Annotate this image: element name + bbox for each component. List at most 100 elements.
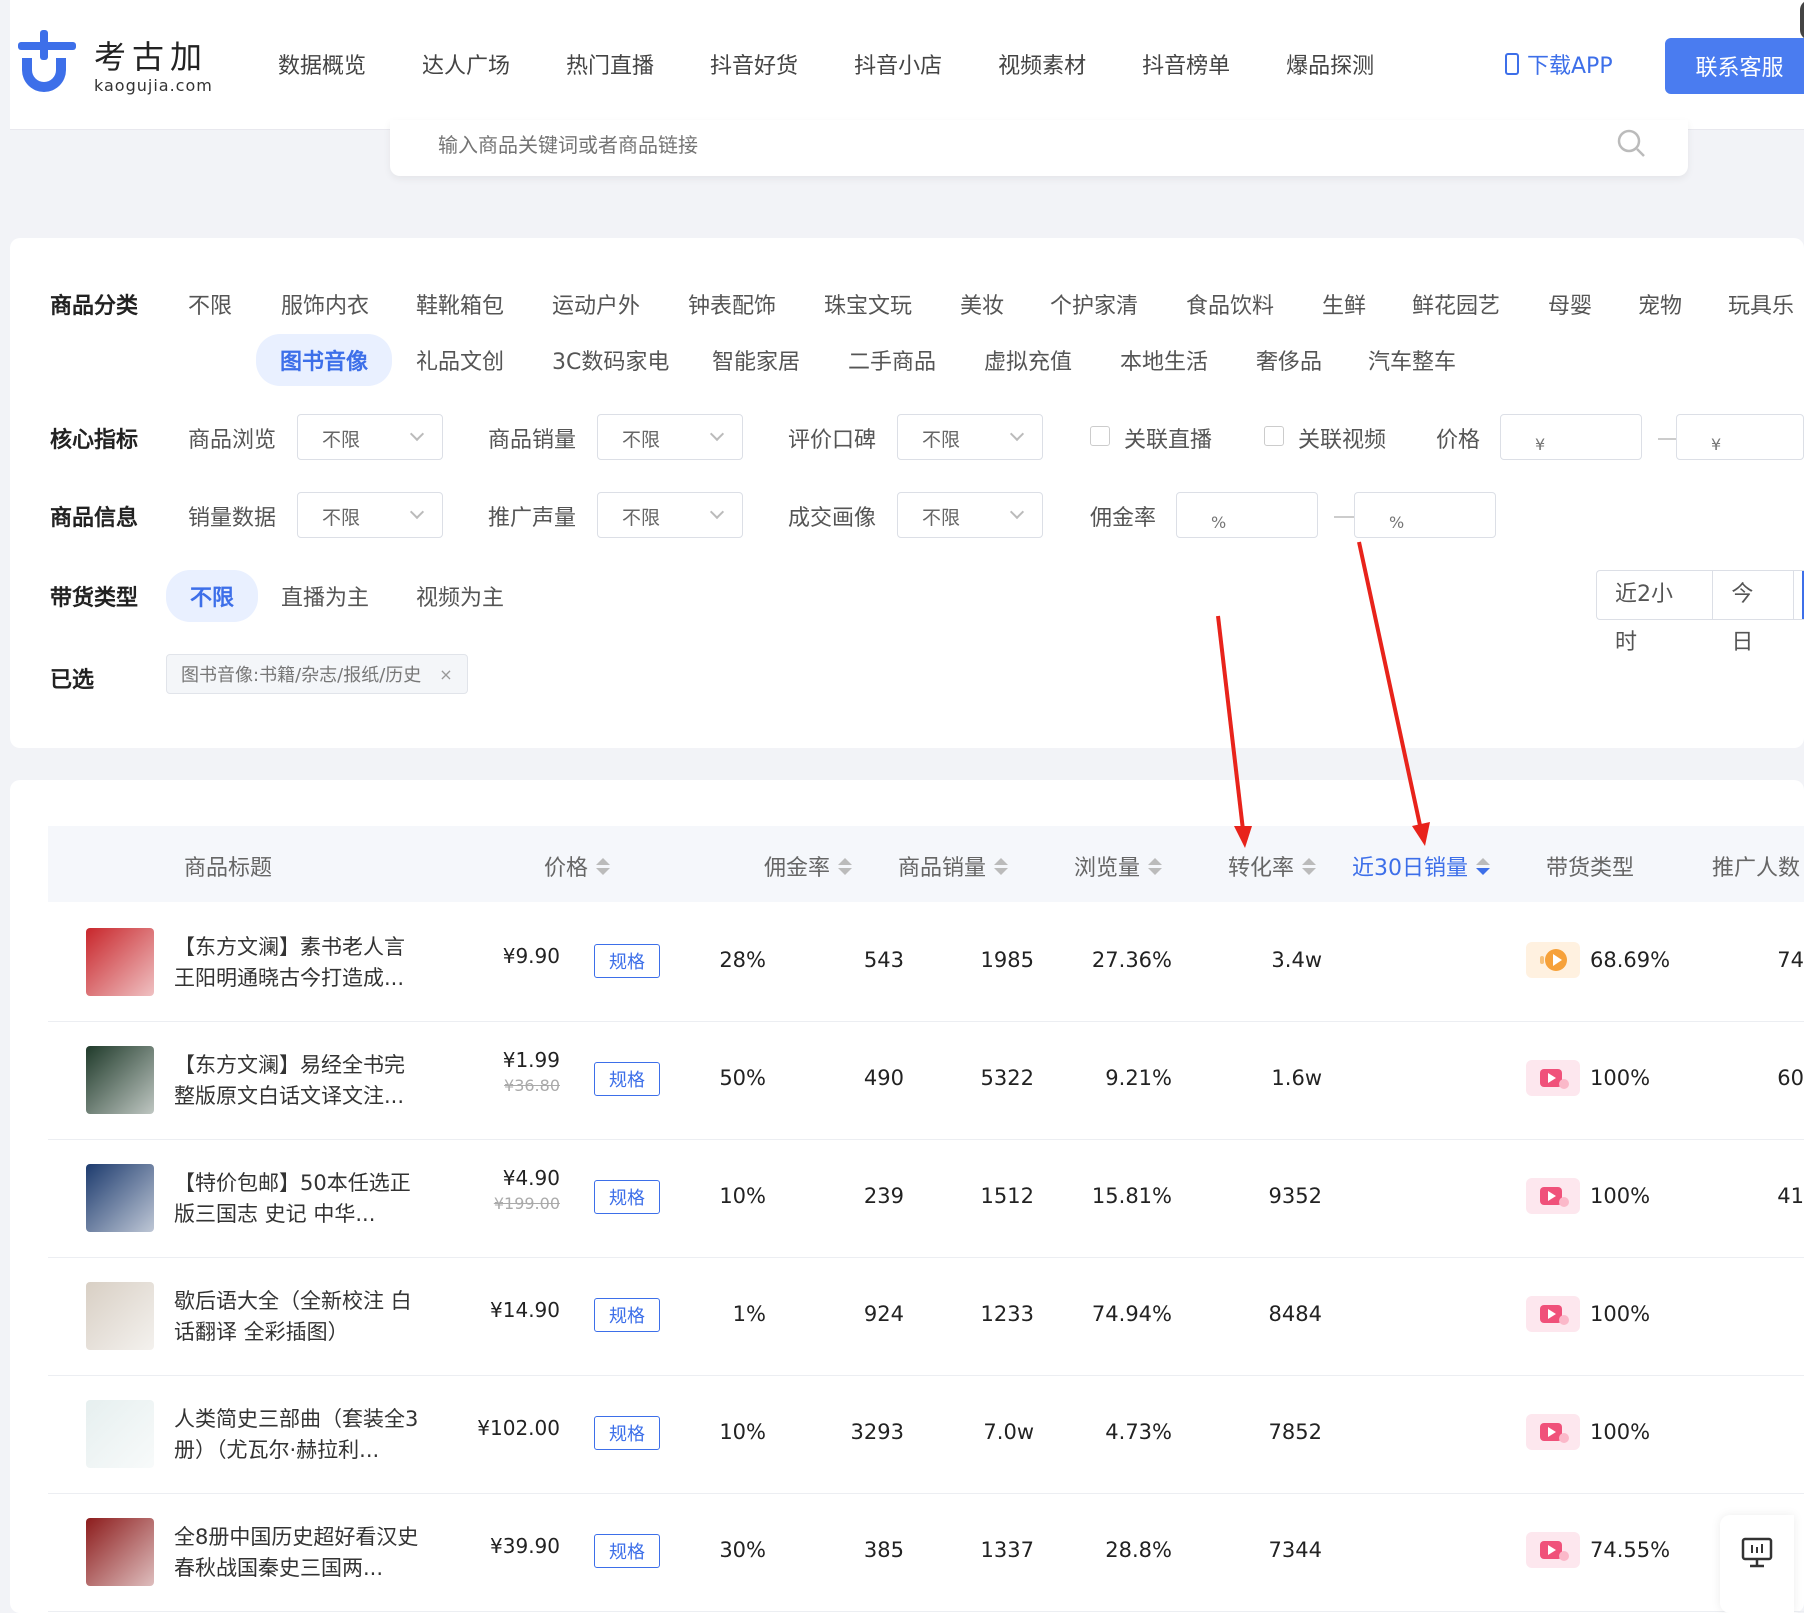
product-thumbnail[interactable] [86, 1518, 154, 1586]
col-commission[interactable]: 佣金率 [764, 850, 853, 882]
category-smart-home[interactable]: 智能家居 [712, 344, 800, 376]
product-title[interactable]: 【东方文澜】易经全书完整版原文白话文译文注... [174, 1050, 424, 1112]
product-title[interactable]: 歇后语大全（全新校注 白话翻译 全彩插图） [174, 1286, 424, 1348]
col-price[interactable]: 价格 [544, 850, 611, 882]
related-video-checkbox[interactable] [1264, 426, 1284, 446]
nav-data-overview[interactable]: 数据概览 [278, 0, 366, 130]
category-apparel[interactable]: 服饰内衣 [281, 288, 369, 320]
type-any[interactable]: 不限 [166, 570, 259, 622]
category-sports[interactable]: 运动户外 [552, 288, 640, 320]
table-row[interactable]: 人类简史三部曲（套装全3册）（尤瓦尔·赫拉利... ¥102.00 规格 10% 329… [48, 1376, 1804, 1494]
product-thumbnail[interactable] [86, 1046, 154, 1114]
range-dash [1658, 438, 1678, 440]
category-watches[interactable]: 钟表配饰 [688, 288, 776, 320]
product-thumbnail[interactable] [86, 1282, 154, 1350]
type-live-main[interactable]: 直播为主 [281, 580, 369, 612]
browse-select[interactable]: 不限 [297, 414, 443, 460]
category-second-hand[interactable]: 二手商品 [848, 344, 936, 376]
commission-max-input[interactable] [1354, 492, 1496, 538]
table-row[interactable]: 歇后语大全（全新校注 白话翻译 全彩插图） ¥14.90 规格 1% 924 1233 74… [48, 1258, 1804, 1376]
logo[interactable]: 考古加 kaogujia.com [16, 26, 226, 106]
table-row[interactable]: 【东方文澜】易经全书完整版原文白话文译文注... ¥1.99 ¥36.80 规格 50%… [48, 1022, 1804, 1140]
buyer-portrait-select[interactable]: 不限 [897, 492, 1043, 538]
col-sales-30d[interactable]: 近30日销量 [1352, 850, 1490, 882]
product-price: ¥14.90 [490, 1298, 560, 1322]
commission-min-input[interactable] [1176, 492, 1318, 538]
category-baby[interactable]: 母婴 [1548, 288, 1592, 320]
category-luxury[interactable]: 奢侈品 [1256, 344, 1322, 376]
selected-filter-tag: 图书音像:书籍/杂志/报纸/历史 × [166, 654, 468, 694]
sales-data-select[interactable]: 不限 [297, 492, 443, 538]
time-2h-button[interactable]: 近2小时 [1597, 571, 1714, 655]
category-pets[interactable]: 宠物 [1638, 288, 1682, 320]
nav-douyin-goods[interactable]: 抖音好货 [710, 0, 799, 130]
category-toys[interactable]: 玩具乐 [1728, 288, 1794, 320]
conversion-value: 15.81% [1091, 1184, 1172, 1208]
side-tab[interactable] [1800, 0, 1804, 40]
sort-icon [1302, 857, 1317, 875]
related-live-checkbox[interactable] [1090, 426, 1110, 446]
nav-hot-live[interactable]: 热门直播 [566, 0, 654, 130]
category-shoes-bags[interactable]: 鞋靴箱包 [416, 288, 504, 320]
download-app-link[interactable]: 下载APP [1505, 48, 1613, 80]
buyer-portrait-label: 成交画像 [788, 506, 877, 531]
time-today-button[interactable]: 今日 [1713, 571, 1795, 655]
spec-button[interactable]: 规格 [594, 1180, 660, 1214]
nav-hot-product-detect[interactable]: 爆品探测 [1286, 0, 1374, 130]
category-fresh[interactable]: 生鲜 [1322, 288, 1366, 320]
current-price: ¥102.00 [477, 1416, 560, 1440]
nav-douyin-shop[interactable]: 抖音小店 [854, 0, 942, 130]
price-min-input[interactable] [1500, 414, 1642, 460]
category-books-media[interactable]: 图书音像 [256, 334, 393, 386]
sales-type-label: 带货类型 [50, 586, 139, 611]
type-video-main[interactable]: 视频为主 [416, 580, 504, 612]
spec-button[interactable]: 规格 [594, 1416, 660, 1450]
spec-button[interactable]: 规格 [594, 944, 660, 978]
price-max-input[interactable] [1676, 414, 1804, 460]
product-title[interactable]: 【特价包邮】50本任选正版三国志 史记 中华... [174, 1168, 424, 1230]
category-gifts[interactable]: 礼品文创 [416, 344, 504, 376]
category-any[interactable]: 不限 [188, 288, 232, 320]
product-title[interactable]: 人类简史三部曲（套装全3册）（尤瓦尔·赫拉利... [174, 1404, 424, 1466]
product-thumbnail[interactable] [86, 1400, 154, 1468]
conversion-value: 4.73% [1105, 1420, 1172, 1444]
category-cars[interactable]: 汽车整车 [1368, 344, 1456, 376]
nav-douyin-ranking[interactable]: 抖音榜单 [1142, 0, 1230, 130]
category-food[interactable]: 食品饮料 [1186, 288, 1274, 320]
category-personal-care[interactable]: 个护家清 [1050, 288, 1138, 320]
close-icon[interactable]: × [439, 665, 452, 684]
type-percentage: 74.55% [1590, 1538, 1671, 1562]
category-local-life[interactable]: 本地生活 [1120, 344, 1208, 376]
conversion-value: 74.94% [1091, 1302, 1172, 1326]
product-title[interactable]: 全8册中国历史超好看汉史春秋战国秦史三国两... [174, 1522, 424, 1584]
feedback-float-button[interactable] [1720, 1515, 1794, 1613]
product-thumbnail[interactable] [86, 928, 154, 996]
original-price: ¥199.00 [493, 1194, 560, 1213]
category-3c[interactable]: 3C数码家电 [552, 344, 669, 376]
table-row[interactable]: 【东方文澜】素书老人言王阳明通晓古今打造成... ¥9.90 规格 28% 543 198… [48, 904, 1804, 1022]
spec-button[interactable]: 规格 [594, 1534, 660, 1568]
table-row[interactable]: 全8册中国历史超好看汉史春秋战国秦史三国两... ¥39.90 规格 30% 385 13… [48, 1494, 1804, 1612]
nav-video-material[interactable]: 视频素材 [998, 0, 1086, 130]
contact-service-button[interactable]: 联系客服 [1665, 38, 1804, 94]
col-sales[interactable]: 商品销量 [898, 850, 1009, 882]
spec-button[interactable]: 规格 [594, 1062, 660, 1096]
nav-influencer-square[interactable]: 达人广场 [422, 0, 510, 130]
product-thumbnail[interactable] [86, 1164, 154, 1232]
commission-value: 30% [719, 1538, 766, 1562]
category-virtual[interactable]: 虚拟充值 [984, 344, 1072, 376]
col-views[interactable]: 浏览量 [1074, 850, 1163, 882]
browse-select-value: 不限 [322, 429, 361, 451]
product-title[interactable]: 【东方文澜】素书老人言王阳明通晓古今打造成... [174, 932, 424, 994]
search-icon[interactable] [1616, 128, 1646, 158]
category-jewelry[interactable]: 珠宝文玩 [824, 288, 912, 320]
rating-select[interactable]: 不限 [897, 414, 1043, 460]
table-row[interactable]: 【特价包邮】50本任选正版三国志 史记 中华... ¥4.90 ¥199.00 规格 1… [48, 1140, 1804, 1258]
promo-volume-select[interactable]: 不限 [597, 492, 743, 538]
category-beauty[interactable]: 美妆 [960, 288, 1004, 320]
col-conversion[interactable]: 转化率 [1228, 850, 1317, 882]
search-input[interactable] [438, 128, 1538, 162]
category-flowers[interactable]: 鲜花园艺 [1412, 288, 1500, 320]
sales-select[interactable]: 不限 [597, 414, 743, 460]
spec-button[interactable]: 规格 [594, 1298, 660, 1332]
